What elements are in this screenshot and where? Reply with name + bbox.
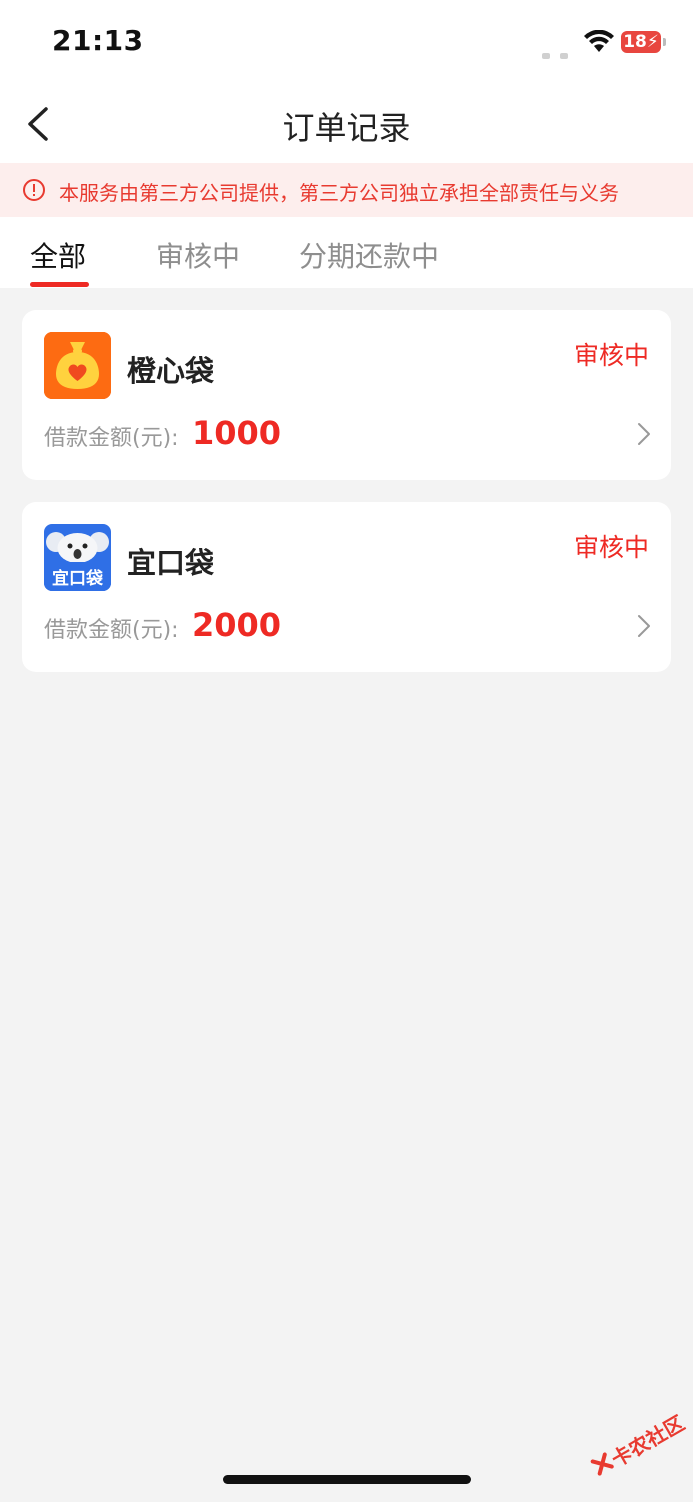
chevron-right-icon: [638, 615, 650, 637]
chevron-right-icon: [638, 423, 650, 445]
tab-all[interactable]: 全部: [30, 235, 86, 275]
amount-value: 1000: [192, 414, 282, 452]
home-indicator[interactable]: [223, 1475, 471, 1484]
tab-bar: 全部 审核中 分期还款中: [0, 217, 693, 288]
disclaimer-text: 本服务由第三方公司提供，第三方公司独立承担全部责任与义务: [59, 181, 619, 205]
order-card[interactable]: 宜口袋 宜口袋 审核中 借款金额(元): 2000: [22, 502, 671, 672]
order-card[interactable]: 橙心袋 审核中 借款金额(元): 1000: [22, 310, 671, 480]
battery-icon: 18⚡: [621, 31, 661, 53]
logo-text: 宜口袋: [52, 569, 103, 589]
koala-icon: 宜口袋: [44, 524, 111, 591]
disclaimer-banner: 本服务由第三方公司提供，第三方公司独立承担全部责任与义务: [0, 163, 693, 217]
lender-name: 橙心袋: [127, 354, 215, 388]
status-badge: 审核中: [573, 341, 649, 370]
battery-level: 18: [623, 32, 647, 52]
status-time: 21:13: [52, 24, 144, 57]
money-bag-heart-icon: [44, 332, 111, 399]
tab-active-indicator: [30, 282, 89, 287]
amount-value: 2000: [192, 606, 282, 644]
amount-label: 借款金额(元):: [44, 618, 179, 643]
lender-name: 宜口袋: [127, 546, 215, 580]
wifi-icon: [584, 30, 614, 52]
signal-icon: [542, 44, 578, 63]
page-title: 订单记录: [282, 109, 411, 147]
status-bar: 21:13 18⚡: [0, 0, 693, 85]
status-badge: 审核中: [573, 533, 649, 562]
watermark-text: 卡农社区: [607, 1410, 689, 1472]
tab-installment[interactable]: 分期还款中: [299, 235, 439, 275]
watermark: 卡农社区: [579, 1394, 693, 1502]
nav-bar: 订单记录: [0, 85, 693, 163]
battery-cap: [663, 38, 666, 46]
tab-reviewing[interactable]: 审核中: [156, 235, 240, 275]
amount-label: 借款金额(元):: [44, 426, 179, 451]
alert-circle-icon: [23, 179, 45, 201]
